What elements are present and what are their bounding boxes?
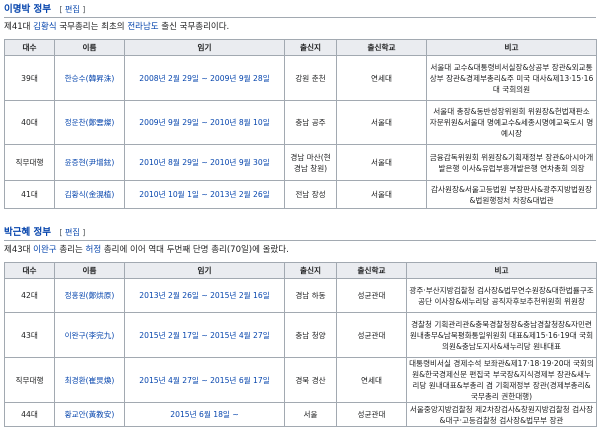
cell-origin: 전남 장성 <box>284 180 337 209</box>
cell-number: 44대 <box>4 402 55 427</box>
cell-note: 감사원장&서울고등법원 부장판사&광주지방법원장&법원행정처 차장&대법관 <box>426 180 597 209</box>
table-row: 39대 한승수(韓昇洙) 2008년 2월 29일 ~ 2009년 9월 28일… <box>4 55 597 101</box>
cell-note: 광주·부산지방검찰청 검사장&법무연수원장&대한법률구조공단 이사장&새누리당 … <box>406 278 597 313</box>
edit-link[interactable]: 편집 <box>65 5 80 14</box>
cell-number: 42대 <box>4 278 55 313</box>
cell-term[interactable]: 2015년 2월 17일 ~ 2015년 4월 27일 <box>124 312 285 358</box>
intro-link[interactable]: 김황식 <box>33 22 56 32</box>
cell-note: 서울중앙지방검찰청 제2차장검사&창원지방검찰청 검사장&대구·고등검찰청 검사… <box>406 402 597 427</box>
prime-minister-table: 대수 이름 임기 출신지 출신학교 비고 39대 한승수(韓昇洙) 2008년 … <box>4 39 597 209</box>
col-header: 출신학교 <box>336 262 407 279</box>
cell-term[interactable]: 2010년 10월 1일 ~ 2013년 2월 26일 <box>124 180 285 209</box>
cell-school: 연세대 <box>336 55 427 101</box>
intro-text: 총리에 이어 역대 두번째 단명 총리(70일)에 올랐다. <box>101 245 289 255</box>
cell-name-link[interactable]: 윤증현(尹增鉉) <box>54 144 125 181</box>
col-header: 비고 <box>426 39 597 56</box>
cell-school: 성균관대 <box>336 312 407 358</box>
intro-link[interactable]: 이완구 <box>33 245 56 255</box>
section-heading: 박근혜 정부 [ 편집 ] <box>4 225 596 241</box>
cell-name-link[interactable]: 김황식(金滉植) <box>54 180 125 209</box>
col-header: 출신학교 <box>336 39 427 56</box>
section-heading: 이명박 정부 [ 편집 ] <box>4 2 596 18</box>
intro-link[interactable]: 허정 <box>86 245 102 255</box>
cell-name-link[interactable]: 황교안(黃教安) <box>54 402 125 427</box>
cell-school: 성균관대 <box>336 402 407 427</box>
section-title: 박근혜 정부 <box>4 227 52 238</box>
cell-school: 서울대 <box>336 144 427 181</box>
cell-name-link[interactable]: 한승수(韓昇洙) <box>54 55 125 101</box>
cell-school: 서울대 <box>336 180 427 209</box>
cell-origin: 충남 공주 <box>284 100 337 145</box>
cell-term[interactable]: 2009년 9월 29일 ~ 2010년 8월 10일 <box>124 100 285 145</box>
section-intro: 제43대 이완구 총리는 허정 총리에 이어 역대 두번째 단명 총리(70일)… <box>4 244 596 257</box>
cell-number: 직무대행 <box>4 144 55 181</box>
col-header: 임기 <box>124 262 285 279</box>
cell-term[interactable]: 2015년 6월 18일 ~ <box>124 402 285 427</box>
cell-name-link[interactable]: 이완구(李完九) <box>54 312 125 358</box>
edit-link-wrapper: [ 편집 ] <box>59 228 86 237</box>
table-row: 44대 황교안(黃教安) 2015년 6월 18일 ~ 서울 성균관대 서울중앙… <box>4 402 597 427</box>
section-title: 이명박 정부 <box>4 4 52 15</box>
edit-link-wrapper: [ 편집 ] <box>59 5 86 14</box>
intro-text: 출신 국무총리이다. <box>158 22 230 32</box>
intro-text: 제41대 <box>4 22 34 32</box>
cell-school: 연세대 <box>336 357 407 403</box>
section-intro: 제41대 김황식 국무총리는 최초의 전라남도 출신 국무총리이다. <box>4 21 596 34</box>
cell-school: 서울대 <box>336 100 427 145</box>
col-header: 대수 <box>4 262 55 279</box>
intro-text: 제43대 <box>4 245 34 255</box>
cell-origin: 서울 <box>284 402 337 427</box>
cell-origin: 강원 춘천 <box>284 55 337 101</box>
cell-origin: 경남 하동 <box>284 278 337 313</box>
table-row: 40대 정운찬(鄭雲燦) 2009년 9월 29일 ~ 2010년 8월 10일… <box>4 100 597 145</box>
col-header: 출신지 <box>284 39 337 56</box>
table-header-row: 대수 이름 임기 출신지 출신학교 비고 <box>4 39 597 56</box>
col-header: 대수 <box>4 39 55 56</box>
col-header: 비고 <box>406 262 597 279</box>
intro-link[interactable]: 전라남도 <box>127 22 158 32</box>
cell-term[interactable]: 2013년 2월 26일 ~ 2015년 2월 16일 <box>124 278 285 313</box>
table-header-row: 대수 이름 임기 출신지 출신학교 비고 <box>4 262 597 279</box>
table-row: 직무대행 최경환(崔炅煥) 2015년 4월 27일 ~ 2015년 6월 17… <box>4 357 597 403</box>
cell-origin: 경북 경산 <box>284 357 337 403</box>
table-row: 42대 정홍원(鄭烘原) 2013년 2월 26일 ~ 2015년 2월 16일… <box>4 278 597 313</box>
col-header: 이름 <box>54 262 125 279</box>
intro-text: 국무총리는 최초의 <box>56 22 128 32</box>
intro-text: 총리는 <box>56 245 86 255</box>
col-header: 이름 <box>54 39 125 56</box>
cell-origin: 충남 청양 <box>284 312 337 358</box>
table-row: 41대 김황식(金滉植) 2010년 10월 1일 ~ 2013년 2월 26일… <box>4 180 597 209</box>
col-header: 임기 <box>124 39 285 56</box>
cell-term[interactable]: 2008년 2월 29일 ~ 2009년 9월 28일 <box>124 55 285 101</box>
cell-school: 성균관대 <box>336 278 407 313</box>
cell-number: 39대 <box>4 55 55 101</box>
cell-name-link[interactable]: 정운찬(鄭雲燦) <box>54 100 125 145</box>
cell-number: 43대 <box>4 312 55 358</box>
cell-note: 서울대 교수&대통령비서실장&상공부 장관&외교통상부 장관&경제부총리&주 미… <box>426 55 597 101</box>
cell-name-link[interactable]: 최경환(崔炅煥) <box>54 357 125 403</box>
cell-note: 금융감독위원회 위원장&기획재정부 장관&아시아개발은행 이사&유럽부흥개발은행… <box>426 144 597 181</box>
cell-number: 41대 <box>4 180 55 209</box>
cell-note: 경찰청 기획관리관&충북경찰청장&충남경찰청장&자민련 원내총무&남북평화통일위… <box>406 312 597 358</box>
cell-note: 서울대 총장&동반성장위원회 위원장&헌법재판소 자문위원&서울대 명예교수&세… <box>426 100 597 145</box>
prime-minister-table: 대수 이름 임기 출신지 출신학교 비고 42대 정홍원(鄭烘原) 2013년 … <box>4 262 597 427</box>
cell-note: 대통령비서실 경제수석 보좌관&제17·18·19·20대 국회의원&한국경제신… <box>406 357 597 403</box>
table-row: 43대 이완구(李完九) 2015년 2월 17일 ~ 2015년 4월 27일… <box>4 312 597 358</box>
col-header: 출신지 <box>284 262 337 279</box>
cell-origin: 경남 마산(현 경남 창원) <box>284 144 337 181</box>
cell-term[interactable]: 2015년 4월 27일 ~ 2015년 6월 17일 <box>124 357 285 403</box>
cell-name-link[interactable]: 정홍원(鄭烘原) <box>54 278 125 313</box>
cell-number: 직무대행 <box>4 357 55 403</box>
cell-term[interactable]: 2010년 8월 29일 ~ 2010년 9월 30일 <box>124 144 285 181</box>
table-row: 직무대행 윤증현(尹增鉉) 2010년 8월 29일 ~ 2010년 9월 30… <box>4 144 597 181</box>
edit-link[interactable]: 편집 <box>65 228 80 237</box>
cell-number: 40대 <box>4 100 55 145</box>
